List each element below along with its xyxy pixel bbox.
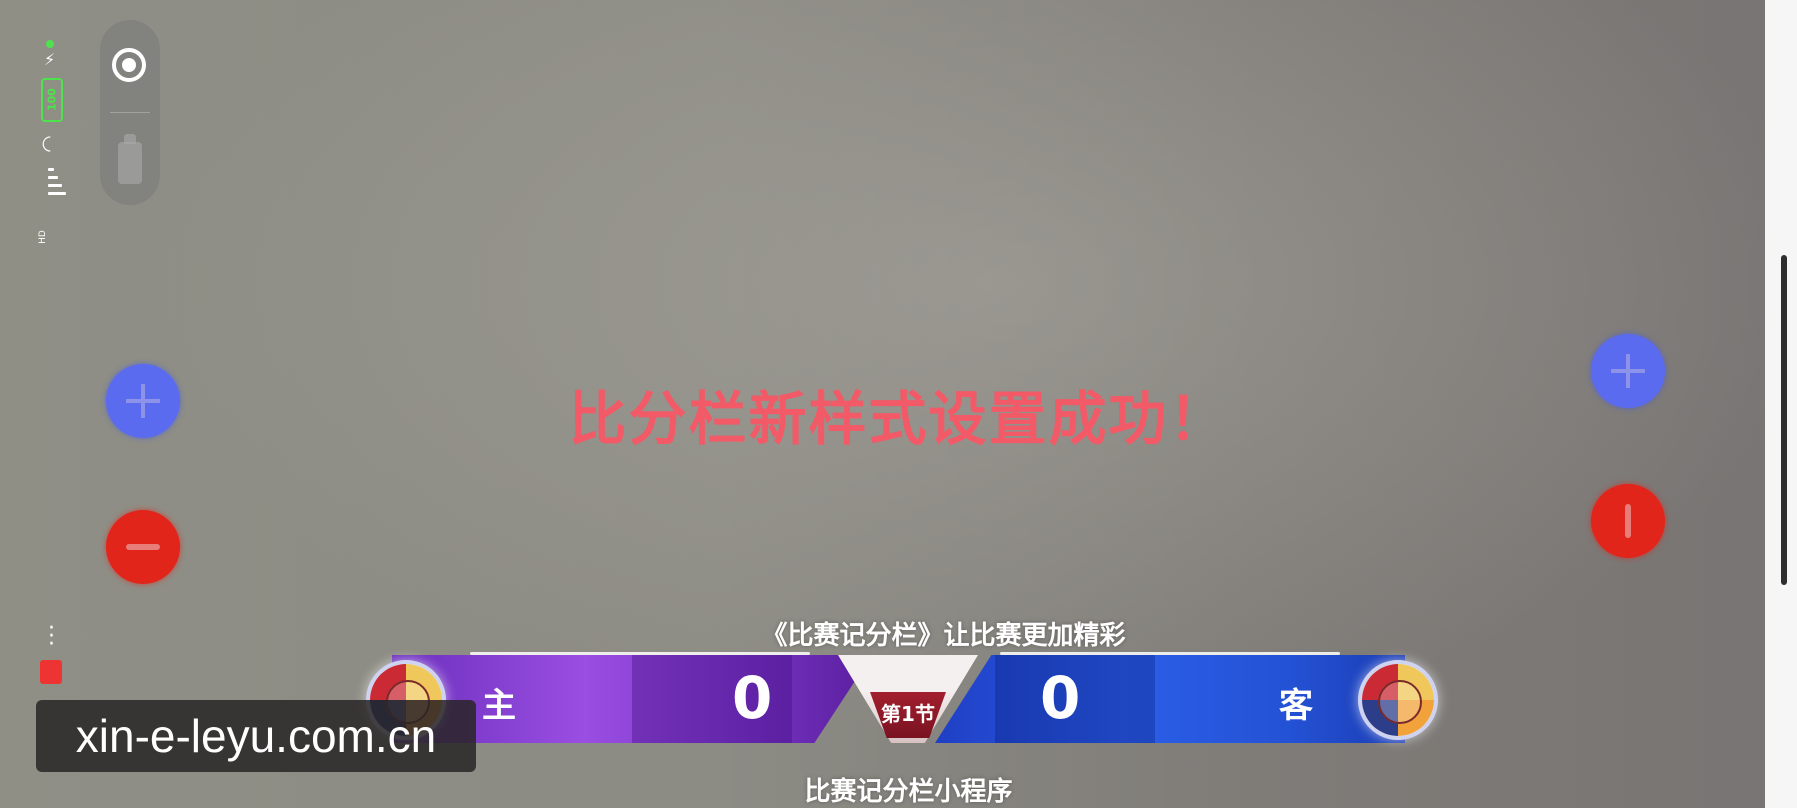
battery-icon: 100 (41, 78, 63, 122)
status-column: ⚡ 100 ◠ HD (36, 36, 68, 244)
basketball-icon (1378, 680, 1422, 724)
scoreboard-slogan: 《比赛记分栏》让比赛更加精彩 (761, 621, 1126, 651)
signal-icon (40, 168, 66, 208)
home-glow-line (470, 652, 810, 655)
away-glow-line (1000, 652, 1340, 655)
wifi-icon: ◠ (36, 135, 61, 153)
away-team-label: 客 (1279, 686, 1313, 726)
watermark-banner: xin-e-leyu.com.cn (36, 700, 476, 772)
home-score[interactable]: 0 (732, 664, 772, 732)
success-message: 比分栏新样式设置成功！ (568, 385, 1229, 453)
home-minus-button[interactable] (106, 510, 180, 584)
app-badge-icon (40, 660, 62, 684)
away-team-logo (1358, 660, 1438, 740)
away-score[interactable]: 0 (1040, 664, 1080, 732)
minus-icon (126, 530, 160, 564)
home-team-label: 主 (482, 686, 516, 726)
divider (110, 112, 150, 113)
record-icon[interactable] (112, 48, 146, 82)
period-badge: 第1节 (870, 692, 946, 738)
status-dot-icon (46, 40, 54, 48)
network-label: HD (37, 230, 48, 244)
away-score-bar (935, 655, 1405, 743)
camera-control-pill (100, 20, 160, 205)
app-name-label: 比赛记分栏小程序 (804, 777, 1013, 807)
away-minus-button[interactable] (1591, 484, 1665, 558)
minus-icon (1611, 504, 1645, 538)
photo-icon[interactable] (118, 134, 142, 184)
charging-icon: ⚡ (44, 50, 56, 69)
